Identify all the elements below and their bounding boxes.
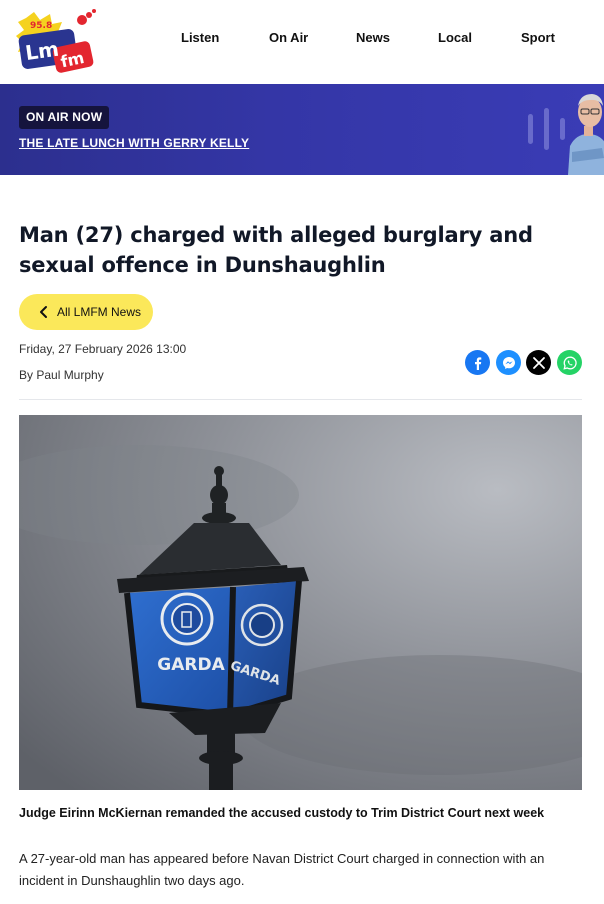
- facebook-share-button[interactable]: [465, 350, 490, 375]
- image-caption: Judge Eirinn McKiernan remanded the accu…: [19, 806, 545, 820]
- article-date: Friday, 27 February 2026 13:00: [19, 342, 187, 356]
- nav-sport[interactable]: Sport: [521, 30, 555, 45]
- audio-wave-icon: [528, 108, 565, 150]
- article-hero-image: GARDA GARDA: [19, 415, 582, 790]
- whatsapp-share-button[interactable]: [557, 350, 582, 375]
- facebook-icon: [474, 356, 481, 370]
- on-air-badge: ON AIR NOW: [19, 106, 110, 129]
- site-header: Lm fm 95.8 Listen On Air News Local Spor…: [0, 0, 604, 84]
- headline-line-1: Man (27) charged with alleged burglary a…: [19, 223, 533, 247]
- messenger-icon: [502, 356, 515, 369]
- nav-news[interactable]: News: [356, 30, 390, 45]
- presenter-photo: [568, 94, 604, 175]
- main-nav: Listen On Air News Local Sport: [0, 30, 604, 50]
- nav-local[interactable]: Local: [438, 30, 472, 45]
- x-share-button[interactable]: [526, 350, 551, 375]
- nav-listen[interactable]: Listen: [181, 30, 219, 45]
- all-news-button[interactable]: All LMFM News: [19, 294, 153, 330]
- nav-on-air[interactable]: On Air: [269, 30, 308, 45]
- on-air-show-link[interactable]: THE LATE LUNCH WITH GERRY KELLY: [19, 136, 249, 150]
- on-air-banner[interactable]: ON AIR NOW THE LATE LUNCH WITH GERRY KEL…: [0, 84, 604, 175]
- all-news-label: All LMFM News: [57, 305, 142, 319]
- chevron-left-icon: [40, 306, 47, 318]
- whatsapp-icon: [562, 356, 577, 370]
- x-icon: [532, 356, 545, 369]
- article-headline: Man (27) charged with alleged burglary a…: [19, 220, 589, 280]
- article-author: By Paul Murphy: [19, 368, 104, 382]
- svg-text:GARDA: GARDA: [157, 655, 225, 675]
- article-body-paragraph: A 27-year-old man has appeared before Na…: [19, 851, 545, 888]
- messenger-share-button[interactable]: [496, 350, 521, 375]
- headline-line-2: sexual offence in Dunshaughlin: [19, 253, 386, 277]
- meta-divider: [19, 399, 582, 400]
